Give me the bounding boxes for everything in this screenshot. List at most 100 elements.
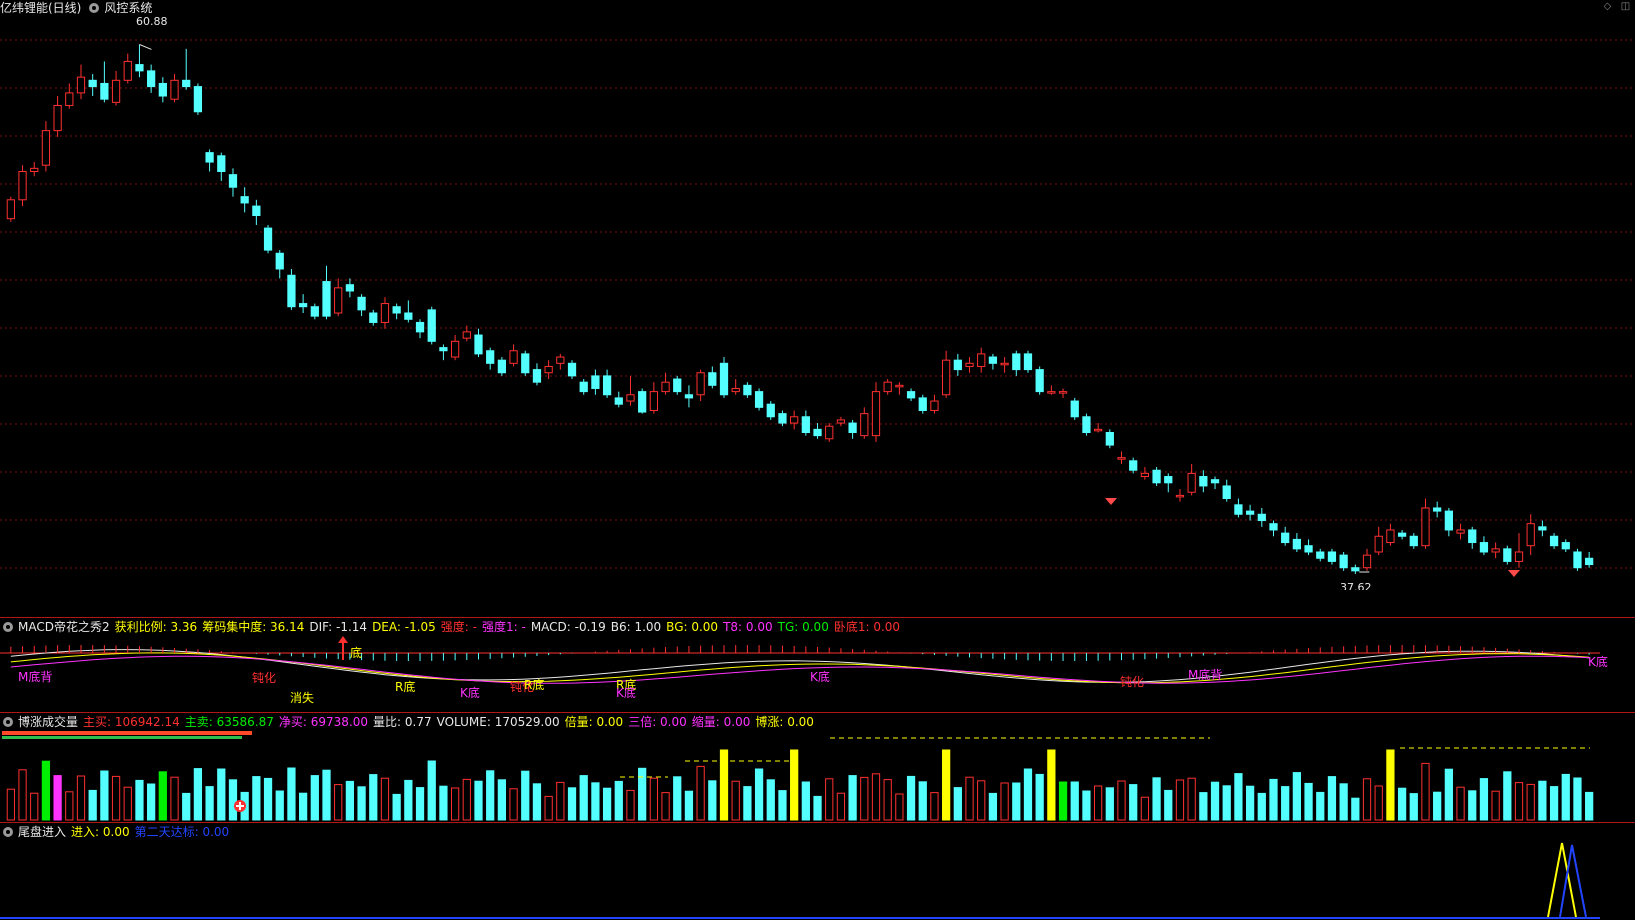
settings-icon[interactable]: [89, 3, 100, 13]
candle-body: [696, 372, 705, 396]
candle-body: [1257, 513, 1266, 522]
candle-body: [287, 274, 296, 308]
candle-body: [1468, 529, 1477, 544]
candle-body: [778, 413, 787, 424]
indicator-field: T8: 0.00: [723, 620, 773, 634]
candlestick-chart[interactable]: [0, 0, 1635, 590]
volume-bar: [1468, 790, 1477, 821]
candle-body: [591, 375, 600, 389]
volume-bar: [1082, 790, 1091, 821]
volume-bar: [1538, 780, 1547, 821]
diamond-icon[interactable]: ◇: [1602, 1, 1613, 12]
volume-bar: [299, 792, 308, 821]
candle-body: [1187, 472, 1196, 493]
dif-line: [10, 649, 1590, 683]
candle-body: [848, 422, 857, 433]
candle-body: [1549, 535, 1559, 547]
volume-bar: [205, 786, 214, 821]
settings-icon[interactable]: [3, 827, 13, 837]
candle-body: [1269, 523, 1278, 531]
volume-bar: [766, 779, 775, 821]
candle-body: [1035, 369, 1044, 393]
candle-body: [1538, 526, 1547, 531]
volume-bar: [1339, 783, 1348, 821]
volume-bar: [334, 784, 343, 821]
candle-body: [1573, 551, 1582, 569]
candle-body: [544, 365, 553, 374]
volume-bar: [147, 783, 156, 821]
candle-body: [1444, 510, 1453, 531]
candle-body: [170, 79, 179, 100]
volume-bar: [743, 786, 752, 821]
candle-body: [1281, 532, 1290, 544]
volume-bar: [450, 787, 460, 821]
candle-body: [182, 79, 191, 88]
volume-bar: [1316, 791, 1325, 821]
settings-icon[interactable]: [3, 622, 13, 632]
candle-body: [1012, 353, 1021, 371]
candle-body: [965, 362, 974, 367]
volume-bar: [1058, 781, 1068, 821]
candle-body: [1164, 476, 1173, 484]
volume-bar: [509, 788, 518, 821]
candle-body: [450, 340, 460, 358]
candle-body: [462, 331, 471, 339]
candle-body: [719, 362, 729, 396]
signal-marker: [1105, 498, 1117, 505]
macd-panel[interactable]: MACD帝花之秀2 获利比例: 3.36 筹码集中度: 36.14 DIF: -1.1…: [0, 618, 1635, 712]
volume-indicator-name[interactable]: 博涨成交量: [18, 715, 78, 729]
tail-indicator-name[interactable]: 尾盘进入: [18, 825, 66, 839]
candle-body: [1374, 535, 1383, 553]
volume-bar: [1421, 762, 1430, 821]
volume-bar: [462, 778, 471, 821]
volume-bar: [252, 776, 261, 821]
candle-body: [930, 400, 939, 411]
volume-bar: [848, 775, 857, 821]
volume-panel[interactable]: 博涨成交量 主买: 106942.14 主卖: 63586.87 净买: 69738.…: [0, 713, 1635, 821]
volume-bar: [1035, 773, 1044, 821]
volume-bar: [357, 786, 366, 821]
volume-bar: [1222, 785, 1231, 821]
volume-bar: [825, 778, 834, 821]
volume-bar: [1234, 773, 1243, 821]
volume-bar: [684, 790, 694, 821]
candle-body: [708, 372, 717, 386]
candle-body: [1129, 460, 1138, 471]
macd-indicator-name[interactable]: MACD帝花之秀2: [18, 620, 110, 634]
volume-bar: [275, 790, 284, 821]
candle-body: [486, 350, 495, 364]
volume-bar: [602, 787, 612, 821]
volume-bar: [497, 779, 506, 821]
candle-body: [871, 391, 881, 437]
candle-body: [895, 384, 904, 388]
candle-body: [860, 413, 869, 437]
indicator-name[interactable]: 风控系统: [104, 1, 152, 15]
indicator-field: B6: 1.00: [610, 620, 662, 634]
candle-body: [1456, 529, 1465, 534]
candle-body: [53, 104, 62, 132]
candle-body: [18, 171, 27, 201]
volume-bar: [1129, 784, 1138, 821]
candle-body: [883, 381, 892, 393]
candle-body: [1245, 510, 1255, 515]
indicator-field: 进入: 0.00: [71, 825, 130, 839]
settings-icon[interactable]: [3, 717, 13, 727]
volume-bar: [532, 783, 542, 821]
price-panel[interactable]: 亿纬锂能(日线)风控系统 60.88 37.62 回 激 财 ◇ ◫: [0, 0, 1635, 590]
restore-icon[interactable]: ◫: [1620, 1, 1631, 12]
volume-bar: [1304, 782, 1313, 821]
candle-body: [1339, 554, 1348, 569]
tail-panel[interactable]: 尾盘进入 进入: 0.00 第二天达标: 0.00: [0, 823, 1635, 920]
candle-body: [1023, 353, 1033, 371]
candle-body: [1526, 523, 1535, 547]
indicator-field: 博涨: 0.00: [755, 715, 814, 729]
candle-body: [474, 334, 483, 355]
volume-bar: [1047, 749, 1056, 821]
low-price-label: 37.62: [1340, 581, 1372, 590]
volume-bar: [1573, 777, 1582, 821]
volume-bar: [263, 777, 273, 821]
candle-body: [392, 306, 401, 314]
candle-body: [252, 205, 261, 217]
candle-body: [1479, 542, 1489, 553]
candle-body: [684, 394, 694, 399]
